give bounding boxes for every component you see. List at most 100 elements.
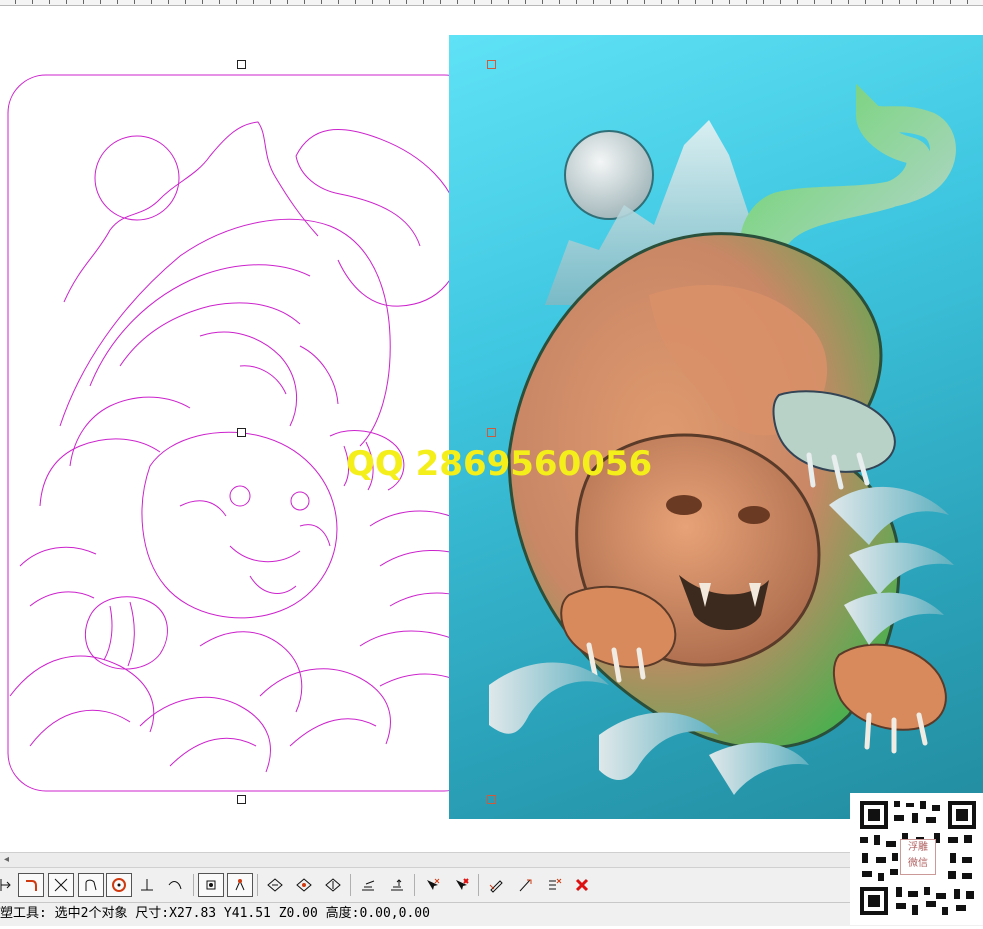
ruler-tick — [389, 0, 390, 4]
ruler-tick — [49, 0, 50, 4]
ruler-tick — [899, 0, 900, 4]
tiger-relief-image — [489, 83, 956, 795]
ruler-tick — [814, 0, 815, 4]
pointer-delete-icon[interactable] — [448, 873, 474, 897]
ruler-tick — [253, 0, 254, 4]
ruler-tick — [627, 0, 628, 4]
pen-join-icon[interactable] — [512, 873, 538, 897]
ruler-tick — [678, 0, 679, 4]
ruler-tick — [644, 0, 645, 4]
stack-align-icon[interactable] — [355, 873, 381, 897]
water-waves — [489, 662, 609, 734]
ruler-tick — [491, 0, 492, 4]
ruler-tick — [321, 0, 322, 4]
ruler-tick — [729, 0, 730, 4]
perpendicular-icon[interactable] — [134, 873, 160, 897]
diamond-edit-icon[interactable] — [291, 873, 317, 897]
toolbar-separator — [350, 874, 351, 896]
ruler-tick — [865, 0, 866, 4]
diamond-remove-icon[interactable] — [320, 873, 346, 897]
relief-handle-center[interactable] — [487, 428, 496, 437]
ruler-tick — [593, 0, 594, 4]
scroll-left-icon[interactable]: ◂ — [4, 853, 9, 867]
drawing-canvas[interactable]: QQ 2869560056 — [0, 6, 983, 852]
ruler-tick — [542, 0, 543, 4]
ruler-tick — [219, 0, 220, 4]
toolbar-separator — [257, 874, 258, 896]
ruler-tick — [355, 0, 356, 4]
ruler-tick — [763, 0, 764, 4]
mountain-outline — [63, 121, 319, 303]
ruler-tick — [423, 0, 424, 4]
ruler-tick — [933, 0, 934, 4]
ruler-tick — [695, 0, 696, 4]
horizontal-scrollbar[interactable]: ◂ — [0, 852, 983, 867]
ruler-tick — [508, 0, 509, 4]
ruler-tick — [66, 0, 67, 4]
ruler-tick — [525, 0, 526, 4]
ruler-tick — [474, 0, 475, 4]
pen-edit-icon[interactable] — [483, 873, 509, 897]
toolbar-separator — [478, 874, 479, 896]
ruler-tick — [338, 0, 339, 4]
ruler-tick — [117, 0, 118, 4]
qr-badge-line1: 浮雕 — [908, 842, 928, 853]
circle-target-icon[interactable] — [106, 873, 132, 897]
status-bar: 塑工具: 选中2个对象 尺寸:X27.83 Y41.51 Z0.00 高度:0.… — [0, 902, 983, 926]
ruler-tick — [287, 0, 288, 4]
selection-handle-bottom[interactable] — [237, 795, 246, 804]
node-edit-icon[interactable] — [227, 873, 253, 897]
right-paw — [833, 643, 947, 731]
ruler-tick — [15, 0, 16, 4]
ruler-tick — [83, 0, 84, 4]
water-outline — [9, 655, 155, 747]
watermark-text: QQ 2869560056 — [346, 444, 653, 484]
move-icon[interactable] — [0, 873, 18, 897]
qr-badge-line2: 微信 — [908, 858, 928, 869]
edit-toolbar — [0, 867, 983, 902]
relief-preview[interactable] — [449, 35, 983, 819]
ruler-tick — [32, 0, 33, 4]
pointer-plus-icon[interactable] — [419, 873, 445, 897]
ruler-tick — [610, 0, 611, 4]
close-icon[interactable] — [569, 873, 595, 897]
ruler-tick — [950, 0, 951, 4]
moon — [564, 130, 654, 220]
relief-handle-top[interactable] — [487, 60, 496, 69]
trim-icon[interactable] — [48, 873, 74, 897]
ruler-tick — [168, 0, 169, 4]
ruler-tick — [780, 0, 781, 4]
ruler-tick — [746, 0, 747, 4]
arc-corner-icon[interactable] — [78, 873, 104, 897]
ruler-tick — [457, 0, 458, 4]
ruler-tick — [440, 0, 441, 4]
list-edit-icon[interactable] — [541, 873, 567, 897]
stack-align-alt-icon[interactable] — [384, 873, 410, 897]
ruler-tick — [202, 0, 203, 4]
qr-code: 浮雕 微信 — [850, 793, 983, 925]
ruler-tick — [236, 0, 237, 4]
ruler-tick — [372, 0, 373, 4]
selection-handle-center[interactable] — [237, 428, 246, 437]
ruler-tick — [576, 0, 577, 4]
tangent-arc-icon[interactable] — [162, 873, 188, 897]
ruler-tick — [882, 0, 883, 4]
node-select-icon[interactable] — [198, 873, 224, 897]
ruler-tick — [967, 0, 968, 4]
ruler-tick — [831, 0, 832, 4]
relief-handle-bottom[interactable] — [487, 795, 496, 804]
ruler-tick — [661, 0, 662, 4]
moon-outline — [94, 135, 180, 221]
ruler-tick — [916, 0, 917, 4]
ruler-tick — [151, 0, 152, 4]
ruler-tick — [797, 0, 798, 4]
diamond-add-icon[interactable] — [262, 873, 288, 897]
ruler-tick — [185, 0, 186, 4]
ruler-tick — [848, 0, 849, 4]
fillet-icon[interactable] — [18, 873, 44, 897]
ruler-tick — [270, 0, 271, 4]
ruler-tick — [559, 0, 560, 4]
selection-handle-top[interactable] — [237, 60, 246, 69]
toolbar-separator — [414, 874, 415, 896]
ruler-tick — [100, 0, 101, 4]
